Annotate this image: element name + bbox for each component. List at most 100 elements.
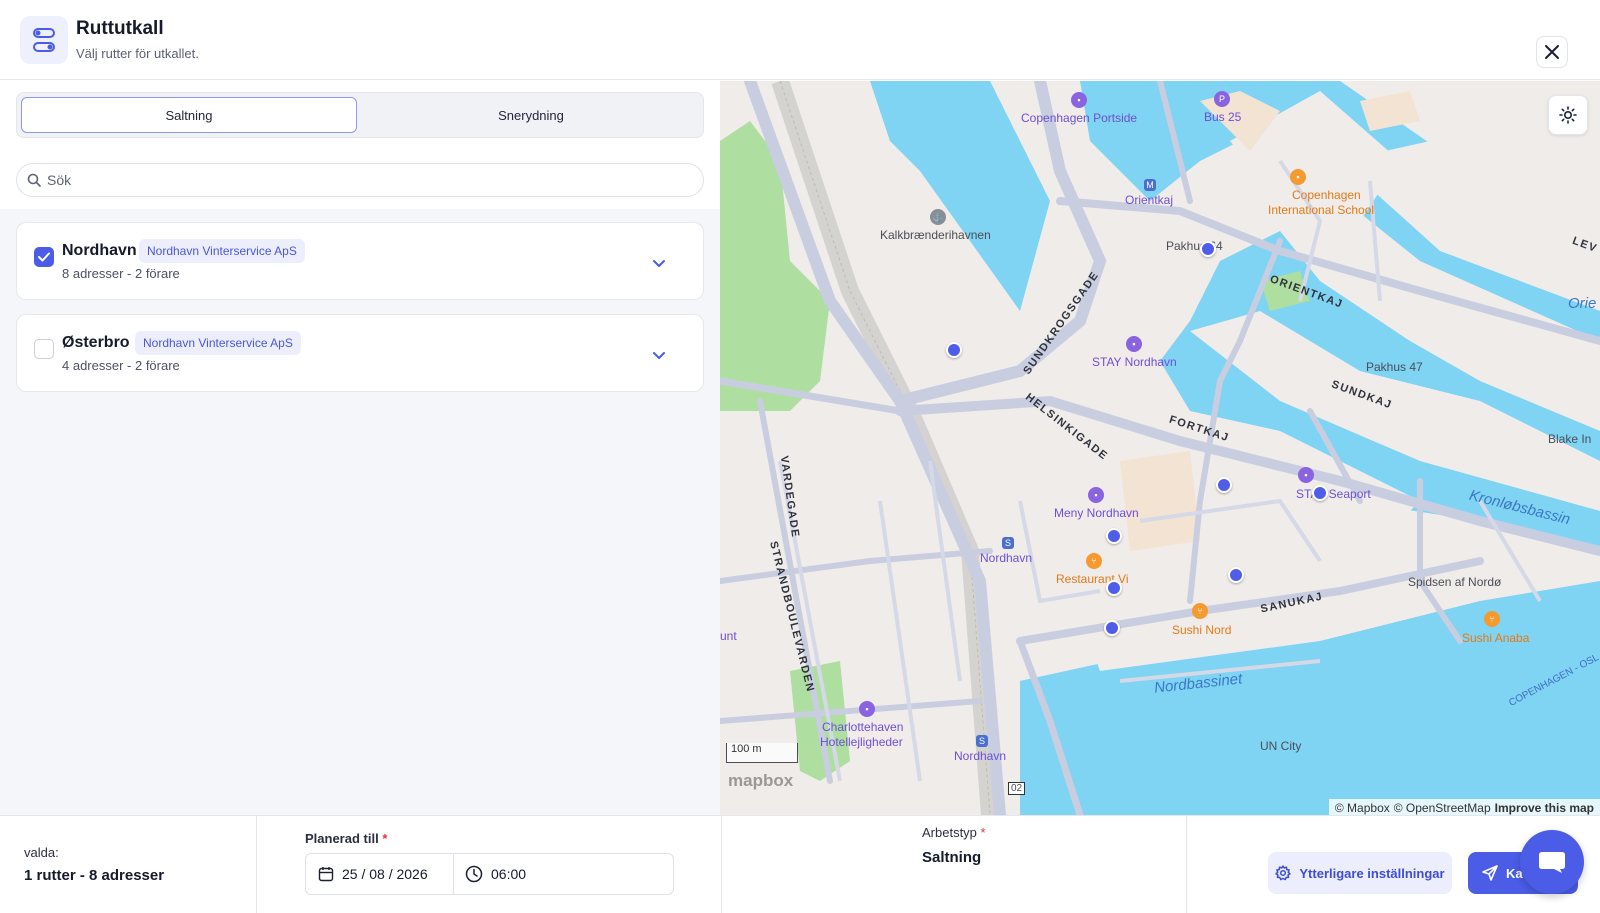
restaurant-icon: ⑂ <box>1484 611 1500 627</box>
planned-label: Planerad till * <box>305 831 388 846</box>
map-label: Sushi Anaba <box>1462 631 1530 645</box>
route-meta: 4 adresser - 2 förare <box>62 358 180 373</box>
map-label: Orientkaj <box>1125 193 1174 207</box>
map-label: Kalkbrænderihavnen <box>880 228 991 242</box>
route-list-panel: Saltning Snerydning Nordhavn Nordhavn Vi… <box>0 81 720 815</box>
additional-settings-button[interactable]: Ytterligare inställningar <box>1268 852 1452 894</box>
restaurant-icon: ⑂ <box>1192 603 1208 619</box>
time-input[interactable]: 06:00 <box>455 854 673 894</box>
map-label: Meny Nordhavn <box>1054 506 1139 520</box>
work-type-tabs: Saltning Snerydning <box>16 92 704 138</box>
hotel-icon: ▪ <box>1071 92 1087 108</box>
route-icon <box>20 16 68 64</box>
selected-label: valda: <box>24 845 59 860</box>
dialog-subtitle: Välj rutter för utkallet. <box>76 46 199 61</box>
clock-icon <box>465 865 483 883</box>
route-stop-pin[interactable] <box>1106 580 1122 596</box>
map-base <box>720 81 1600 815</box>
school-icon: ▪ <box>1290 169 1306 185</box>
hotel-icon: ▪ <box>1298 467 1314 483</box>
map-scale: 100 m <box>726 743 798 763</box>
sun-icon <box>1559 106 1577 124</box>
search-input[interactable] <box>47 172 647 188</box>
route-name: Østerbro <box>62 334 130 351</box>
route-card-osterbro[interactable]: Østerbro Nordhavn Vinterservice ApS 4 ad… <box>16 314 704 392</box>
map-label: STAY Nordhavn <box>1092 355 1177 369</box>
map-water-label: Orie <box>1568 295 1597 312</box>
station-icon: S <box>976 735 988 747</box>
map-label: International School <box>1268 203 1375 217</box>
search-icon <box>27 173 41 187</box>
map-label: unt <box>720 629 737 643</box>
tab-saltning[interactable]: Saltning <box>21 97 357 133</box>
date-input[interactable]: 25 / 08 / 2026 <box>306 854 454 894</box>
planned-datetime: 25 / 08 / 2026 06:00 <box>305 853 674 895</box>
improve-map-link[interactable]: Improve this map <box>1495 801 1594 815</box>
parking-icon: P <box>1214 91 1230 107</box>
company-badge: Nordhavn Vinterservice ApS <box>135 331 301 355</box>
chat-bubble-icon <box>1539 852 1565 873</box>
mapbox-attribution-link[interactable]: © Mapbox <box>1335 801 1390 815</box>
calendar-icon <box>318 867 334 882</box>
route-checkbox-osterbro[interactable] <box>34 339 54 359</box>
send-icon <box>1482 865 1498 881</box>
route-checkbox-nordhavn[interactable] <box>34 247 54 267</box>
route-stop-pin[interactable] <box>1104 620 1120 636</box>
map-label: Charlottehaven <box>822 720 904 734</box>
map-label: Hotellejligheder <box>820 735 903 749</box>
shop-icon: ▪ <box>1088 487 1104 503</box>
chat-button[interactable] <box>1520 830 1584 894</box>
route-stop-pin[interactable] <box>1312 485 1328 501</box>
settings-label: Ytterligare inställningar <box>1299 865 1445 881</box>
map-label: UN City <box>1260 739 1302 753</box>
tab-snerydning[interactable]: Snerydning <box>363 97 699 133</box>
route-stop-pin[interactable] <box>946 342 962 358</box>
company-badge: Nordhavn Vinterservice ApS <box>139 239 305 263</box>
map-theme-button[interactable] <box>1548 95 1588 135</box>
selected-value: 1 rutter - 8 adresser <box>24 867 165 884</box>
time-value: 06:00 <box>491 866 527 882</box>
map-label: Blake In <box>1548 432 1592 446</box>
route-name: Nordhavn <box>62 242 137 259</box>
close-button[interactable] <box>1536 36 1568 68</box>
work-type-section: Arbetstyp * Saltning <box>722 816 1187 913</box>
route-stop-pin[interactable] <box>1106 528 1122 544</box>
route-card-nordhavn[interactable]: Nordhavn Nordhavn Vinterservice ApS 8 ad… <box>16 222 704 300</box>
filter-area: Saltning Snerydning <box>0 81 720 209</box>
check-icon <box>38 252 50 262</box>
dialog-footer: valda: 1 rutter - 8 adresser Planerad ti… <box>0 815 1600 913</box>
map-label: Pakhus 47 <box>1366 360 1423 374</box>
dialog-title: Ruttutkall <box>76 18 164 39</box>
map-label: Copenhagen Portside <box>1021 111 1138 125</box>
road-number: 02 <box>1008 782 1026 795</box>
dialog-header: Ruttutkall Välj rutter för utkallet. <box>0 0 1600 80</box>
close-icon <box>1545 45 1559 59</box>
map-label: STAY Seaport <box>1296 487 1371 501</box>
osm-attribution-link[interactable]: © OpenStreetMap <box>1394 801 1491 815</box>
date-value: 25 / 08 / 2026 <box>342 866 428 882</box>
map-label: Spidsen af Nordø <box>1408 575 1502 589</box>
route-stop-pin[interactable] <box>1216 477 1232 493</box>
station-icon: S <box>1002 537 1014 549</box>
gear-icon <box>1275 865 1292 881</box>
metro-icon: M <box>1144 179 1156 191</box>
map-label: Copenhagen <box>1292 188 1361 202</box>
work-type-value: Saltning <box>922 849 982 866</box>
map-attribution: © Mapbox © OpenStreetMap Improve this ma… <box>1328 799 1600 815</box>
work-type-label: Arbetstyp * <box>922 825 986 840</box>
chevron-down-icon[interactable] <box>651 347 667 363</box>
selection-summary: valda: 1 rutter - 8 adresser <box>0 816 257 913</box>
map-label: Sushi Nord <box>1172 623 1232 637</box>
map-view[interactable]: ▪ Copenhagen Portside P Bus 25 M Orientk… <box>720 81 1600 815</box>
map-label: Nordhavn <box>954 749 1007 763</box>
hotel-icon: ▪ <box>859 701 875 717</box>
harbor-icon: ⚓ <box>930 209 946 225</box>
mapbox-logo: mapbox <box>728 771 794 790</box>
map-label: Bus 25 <box>1204 110 1242 124</box>
map-label: Nordhavn <box>980 551 1033 565</box>
route-stop-pin[interactable] <box>1228 567 1244 583</box>
chevron-down-icon[interactable] <box>651 255 667 271</box>
hotel-icon: ▪ <box>1126 336 1142 352</box>
route-stop-pin[interactable] <box>1200 241 1216 257</box>
route-meta: 8 adresser - 2 förare <box>62 266 180 281</box>
